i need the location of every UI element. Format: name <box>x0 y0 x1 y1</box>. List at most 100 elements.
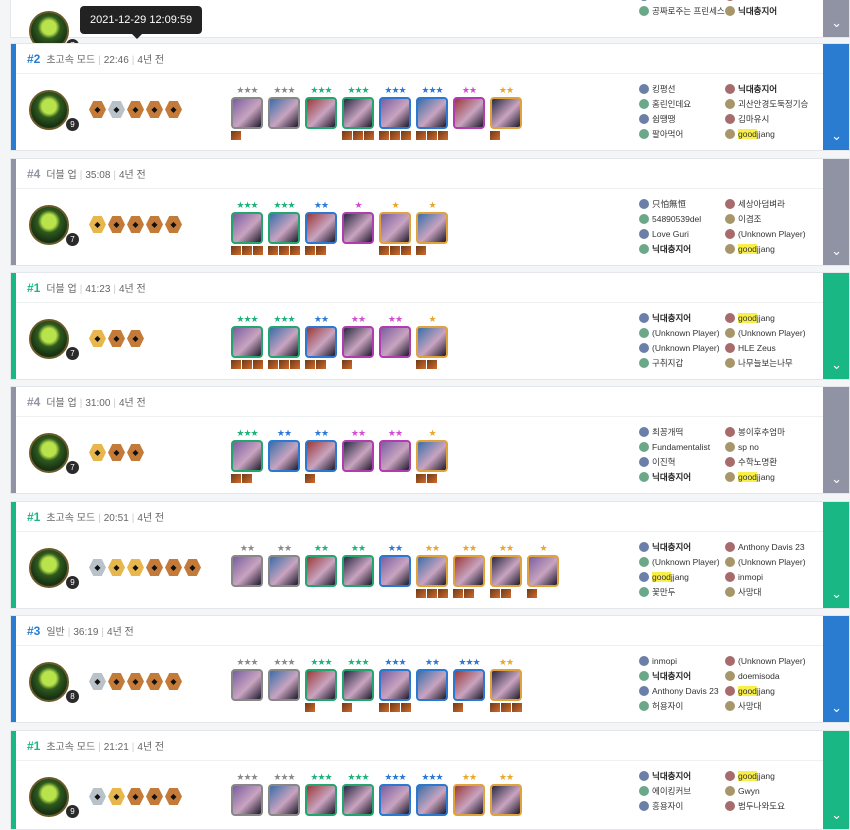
player-entry[interactable]: 닉대충지어 <box>639 311 725 325</box>
player-entry[interactable]: (Unknown Player) <box>725 326 825 340</box>
trait-icon[interactable]: ◆ <box>146 101 163 118</box>
champion-unit[interactable]: ★★ <box>453 85 485 140</box>
trait-icon[interactable]: ◆ <box>146 216 163 233</box>
champion-unit[interactable]: ★★ <box>305 200 337 255</box>
champion-unit[interactable]: ★★ <box>305 543 337 598</box>
time-ago[interactable]: 4년 전 <box>119 398 146 409</box>
trait-icon[interactable]: ◆ <box>108 559 125 576</box>
player-entry[interactable]: 쉽땡땡 <box>639 112 725 126</box>
player-entry[interactable]: 只怕無恒 <box>639 197 725 211</box>
trait-icon[interactable]: ◆ <box>146 788 163 805</box>
champion-unit[interactable]: ★★ <box>490 543 522 598</box>
item-icon[interactable] <box>390 131 400 140</box>
player-entry[interactable]: Gwyn <box>725 784 825 798</box>
player-entry[interactable]: 닉대충지어 <box>725 4 825 18</box>
champion-unit[interactable]: ★★ <box>379 543 411 598</box>
player-entry[interactable]: 에이킹커브 <box>639 784 725 798</box>
item-icon[interactable] <box>390 246 400 255</box>
trait-icon[interactable]: ◆ <box>108 788 125 805</box>
trait-icon[interactable]: ◆ <box>165 559 182 576</box>
item-icon[interactable] <box>390 703 400 712</box>
player-entry[interactable]: 닉대충지어 <box>639 242 725 256</box>
item-icon[interactable] <box>231 474 241 483</box>
champion-unit[interactable]: ★★★ <box>231 657 263 712</box>
item-icon[interactable] <box>353 131 363 140</box>
trait-icon[interactable]: ◆ <box>89 788 106 805</box>
champion-unit[interactable]: ★★★ <box>231 428 263 483</box>
champion-unit[interactable]: ★★★ <box>342 85 374 140</box>
item-icon[interactable] <box>416 589 426 598</box>
trait-icon[interactable]: ◆ <box>165 101 182 118</box>
champion-unit[interactable]: ★★ <box>490 85 522 140</box>
player-entry[interactable]: goodjjang <box>725 470 825 484</box>
champion-unit[interactable]: ★★★ <box>305 772 337 827</box>
champion-unit[interactable]: ★★★ <box>379 657 411 712</box>
item-icon[interactable] <box>305 474 315 483</box>
champion-unit[interactable]: ★★★ <box>416 772 448 827</box>
item-icon[interactable] <box>290 360 300 369</box>
trait-icon[interactable]: ◆ <box>146 673 163 690</box>
champion-unit[interactable]: ★★ <box>379 428 411 483</box>
trait-icon[interactable]: ◆ <box>146 559 163 576</box>
champion-unit[interactable]: ★★ <box>268 428 300 483</box>
player-entry[interactable]: 닉대충지어 <box>725 82 825 96</box>
champion-unit[interactable]: ★★ <box>453 772 485 827</box>
time-ago[interactable]: 4년 전 <box>137 55 164 66</box>
player-entry[interactable]: HLE Zeus <box>725 341 825 355</box>
champion-unit[interactable]: ★★★ <box>305 657 337 712</box>
item-icon[interactable] <box>438 131 448 140</box>
item-icon[interactable] <box>379 131 389 140</box>
player-entry[interactable]: 이진혁 <box>639 455 725 469</box>
champion-unit[interactable]: ★★★ <box>305 85 337 140</box>
item-icon[interactable] <box>401 703 411 712</box>
player-entry[interactable]: 파란희망 <box>725 0 825 3</box>
champion-unit[interactable]: ★★ <box>231 543 263 598</box>
trait-icon[interactable]: ◆ <box>89 559 106 576</box>
champion-unit[interactable]: ★★ <box>379 314 411 369</box>
item-icon[interactable] <box>401 131 411 140</box>
item-icon[interactable] <box>401 246 411 255</box>
time-ago[interactable]: 4년 전 <box>137 513 164 524</box>
player-entry[interactable]: 홈린인데요 <box>639 97 725 111</box>
match-card[interactable]: ⌄ #4 더블 업 | 31:00 | 4년 전 7 ◆ ◆ ◆ ★★★ ★★ ★★ ★★ ★★ ★ 최꽁개떡 봉이… <box>10 386 850 494</box>
item-icon[interactable] <box>501 703 511 712</box>
item-icon[interactable] <box>253 246 263 255</box>
champion-unit[interactable]: ★★ <box>342 543 374 598</box>
match-card[interactable]: ⌄ #4 더블 업 | 35:08 | 4년 전 7 ◆ ◆ ◆ ◆ ◆ ★★★ ★★★ ★★ ★ ★ ★ 只怕無恒 세… <box>10 158 850 266</box>
trait-icon[interactable]: ◆ <box>127 673 144 690</box>
item-icon[interactable] <box>379 703 389 712</box>
champion-unit[interactable]: ★ <box>527 543 559 598</box>
champion-unit[interactable]: ★★★ <box>231 314 263 369</box>
item-icon[interactable] <box>379 246 389 255</box>
champion-unit[interactable]: ★★★ <box>342 657 374 712</box>
trait-icon[interactable]: ◆ <box>108 330 125 347</box>
player-entry[interactable]: goodjjang <box>725 684 825 698</box>
champion-unit[interactable]: ★★ <box>342 428 374 483</box>
trait-icon[interactable]: ◆ <box>165 216 182 233</box>
player-entry[interactable]: Love Guri <box>639 227 725 241</box>
champion-unit[interactable]: ★ <box>416 200 448 255</box>
player-entry[interactable]: 나무늘보는나무 <box>725 356 825 370</box>
champion-unit[interactable]: ★★★ <box>231 85 263 140</box>
expand-button[interactable]: ⌄ <box>823 731 849 829</box>
trait-icon[interactable]: ◆ <box>127 216 144 233</box>
champion-unit[interactable]: ★ <box>342 200 374 255</box>
expand-button[interactable]: ⌄ <box>823 273 849 379</box>
player-entry[interactable]: (Unknown Player) <box>639 341 725 355</box>
time-ago[interactable]: 4년 전 <box>119 284 146 295</box>
item-icon[interactable] <box>268 360 278 369</box>
champion-unit[interactable]: ★★★ <box>379 85 411 140</box>
item-icon[interactable] <box>342 131 352 140</box>
item-icon[interactable] <box>316 360 326 369</box>
match-card[interactable]: ⌄ #3 일반 | 36:19 | 4년 전 8 ◆ ◆ ◆ ◆ ◆ ★★★ ★★★ ★★★ ★★★ ★★★ ★★ ★… <box>10 615 850 723</box>
item-icon[interactable] <box>268 246 278 255</box>
item-icon[interactable] <box>231 246 241 255</box>
player-entry[interactable]: (Unknown Player) <box>725 227 825 241</box>
item-icon[interactable] <box>453 703 463 712</box>
player-entry[interactable]: 구취지갑 <box>639 356 725 370</box>
player-entry[interactable]: goodjjang <box>725 242 825 256</box>
player-entry[interactable]: doemisoda <box>725 669 825 683</box>
item-icon[interactable] <box>527 589 537 598</box>
item-icon[interactable] <box>490 131 500 140</box>
item-icon[interactable] <box>305 246 315 255</box>
